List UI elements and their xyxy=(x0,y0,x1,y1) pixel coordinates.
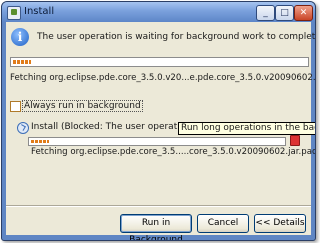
job-detail: Fetching org.eclipse.pde.core_3.5.....co… xyxy=(31,147,316,157)
details-button[interactable]: << Details xyxy=(254,214,306,233)
maximize-button[interactable]: □ xyxy=(275,5,294,21)
separator xyxy=(6,205,311,207)
app-icon xyxy=(7,6,21,20)
window-title: Install xyxy=(24,6,55,17)
always-background-checkbox[interactable] xyxy=(10,101,21,112)
minimize-button[interactable]: _ xyxy=(256,5,275,21)
run-in-background-button[interactable]: Run in Background xyxy=(120,214,192,240)
fetching-status: Fetching org.eclipse.pde.core_3.5.0.v20.… xyxy=(10,73,316,83)
install-dialog: Install _ □ ✕ i The user operation is wa… xyxy=(1,1,316,241)
main-progress-bar xyxy=(10,57,309,67)
dialog-body: i The user operation is waiting for back… xyxy=(6,22,315,240)
tooltip: Run long operations in the background w xyxy=(178,122,315,135)
main-progress-fill xyxy=(13,60,31,64)
job-status-icon xyxy=(17,122,29,134)
stop-job-icon[interactable] xyxy=(290,135,300,146)
job-progress-bar xyxy=(28,137,286,146)
info-icon: i xyxy=(11,28,29,46)
status-message: The user operation is waiting for backgr… xyxy=(37,32,316,42)
job-progress-fill xyxy=(31,140,49,143)
cancel-button[interactable]: Cancel xyxy=(197,214,249,233)
close-button[interactable]: ✕ xyxy=(294,5,313,21)
always-background-label[interactable]: Always run in background xyxy=(22,100,143,112)
title-bar[interactable]: Install _ □ ✕ xyxy=(2,2,315,22)
